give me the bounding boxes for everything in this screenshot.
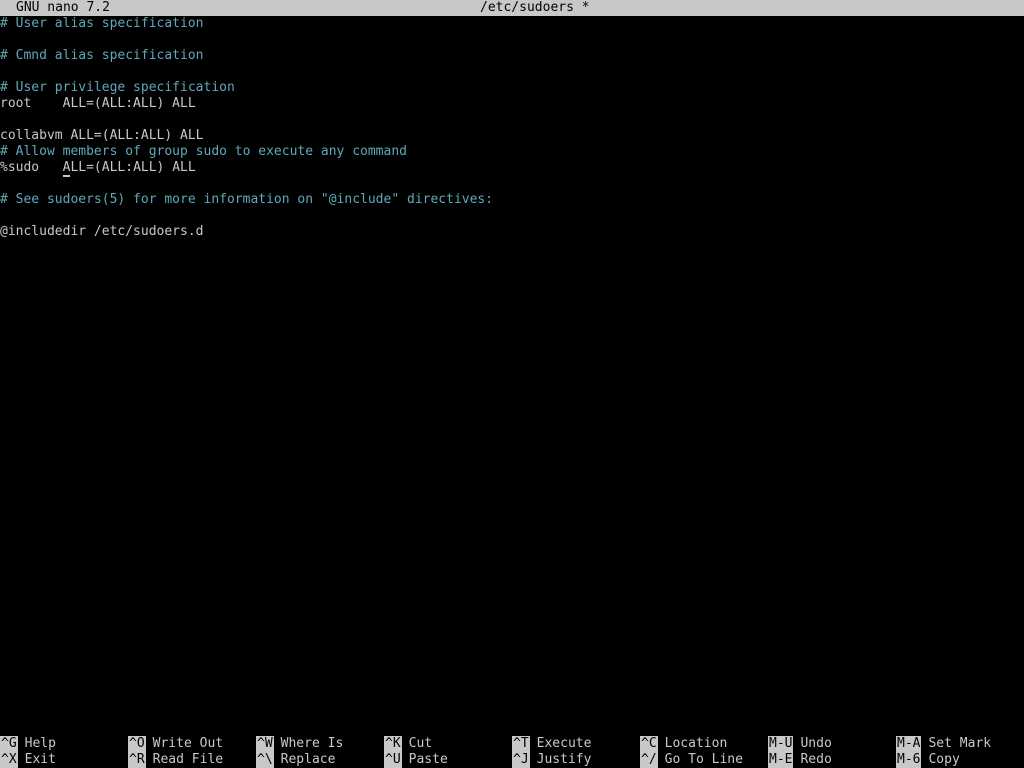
code-line: collabvm ALL=(ALL:ALL) ALL — [0, 128, 204, 143]
shortcut-execute[interactable]: ^T Execute — [512, 736, 591, 752]
shortcut-justify[interactable]: ^J Justify — [512, 752, 591, 768]
shortcut-label: Read File — [152, 752, 224, 767]
shortcut-label: Redo — [800, 752, 832, 767]
shortcut-label: Go To Line — [664, 752, 743, 767]
shortcut-paste[interactable]: ^U Paste — [384, 752, 448, 768]
shortcut-redo[interactable]: M-E Redo — [768, 752, 832, 768]
shortcut-label: Exit — [24, 752, 56, 767]
shortcut-key: M-U — [768, 736, 794, 752]
shortcut-where-is[interactable]: ^W Where Is — [256, 736, 343, 752]
shortcut-key: ^\ — [256, 752, 274, 768]
shortcut-write-out[interactable]: ^O Write Out — [128, 736, 223, 752]
shortcut-label: Undo — [800, 736, 832, 751]
shortcut-label: Justify — [536, 752, 592, 767]
shortcut-label: Execute — [536, 736, 592, 751]
shortcut-exit[interactable]: ^X Exit — [0, 752, 56, 768]
shortcut-cut[interactable]: ^K Cut — [384, 736, 432, 752]
shortcut-label: Copy — [928, 752, 960, 767]
shortcut-key: ^W — [256, 736, 274, 752]
shortcut-label: Set Mark — [928, 736, 992, 751]
title-bar: GNU nano 7.2 /etc/sudoers * — [0, 0, 1024, 16]
shortcut-label: Cut — [408, 736, 433, 751]
shortcut-key: ^J — [512, 752, 530, 768]
comment-line: # See sudoers(5) for more information on… — [0, 192, 494, 207]
shortcut-label: Help — [24, 736, 56, 751]
comment-line: # Cmnd alias specification — [0, 48, 204, 63]
code-line: root ALL=(ALL:ALL) ALL — [0, 96, 196, 111]
shortcut-location[interactable]: ^C Location — [640, 736, 727, 752]
shortcut-go-to-line[interactable]: ^/ Go To Line — [640, 752, 743, 768]
shortcut-read-file[interactable]: ^R Read File — [128, 752, 223, 768]
shortcut-key: M-E — [768, 752, 794, 768]
shortcut-key: ^O — [128, 736, 146, 752]
comment-line: # User alias specification — [0, 16, 204, 31]
shortcut-key: ^X — [0, 752, 18, 768]
shortcut-undo[interactable]: M-U Undo — [768, 736, 832, 752]
shortcut-key: ^/ — [640, 752, 658, 768]
shortcut-help[interactable]: ^G Help — [0, 736, 56, 752]
comment-line: # Allow members of group sudo to execute… — [0, 144, 407, 159]
shortcut-label: Paste — [408, 752, 448, 767]
shortcut-key: ^K — [384, 736, 402, 752]
file-name: /etc/sudoers * — [480, 0, 590, 15]
shortcut-key: M-6 — [896, 752, 922, 768]
code-line: %sudo ALL=(ALL:ALL) ALL — [0, 160, 196, 177]
editor-area[interactable]: # User alias specification # Cmnd alias s… — [0, 16, 1024, 736]
shortcut-key: ^U — [384, 752, 402, 768]
shortcut-key: ^R — [128, 752, 146, 768]
shortcut-label: Where Is — [280, 736, 344, 751]
code-line: @includedir /etc/sudoers.d — [0, 224, 204, 239]
shortcut-label: Replace — [280, 752, 336, 767]
shortcut-key: ^T — [512, 736, 530, 752]
shortcut-label: Write Out — [152, 736, 224, 751]
shortcut-key: ^G — [0, 736, 18, 752]
shortcut-key: ^C — [640, 736, 658, 752]
shortcut-bar: ^G Help ^O Write Out ^W Where Is ^K Cut ^T Execut… — [0, 736, 1024, 768]
shortcut-key: M-A — [896, 736, 922, 752]
app-name: GNU nano 7.2 — [16, 0, 110, 15]
shortcut-set-mark[interactable]: M-A Set Mark — [896, 736, 991, 752]
shortcut-replace[interactable]: ^\ Replace — [256, 752, 335, 768]
shortcut-label: Location — [664, 736, 728, 751]
comment-line: # User privilege specification — [0, 80, 235, 95]
shortcut-copy[interactable]: M-6 Copy — [896, 752, 960, 768]
